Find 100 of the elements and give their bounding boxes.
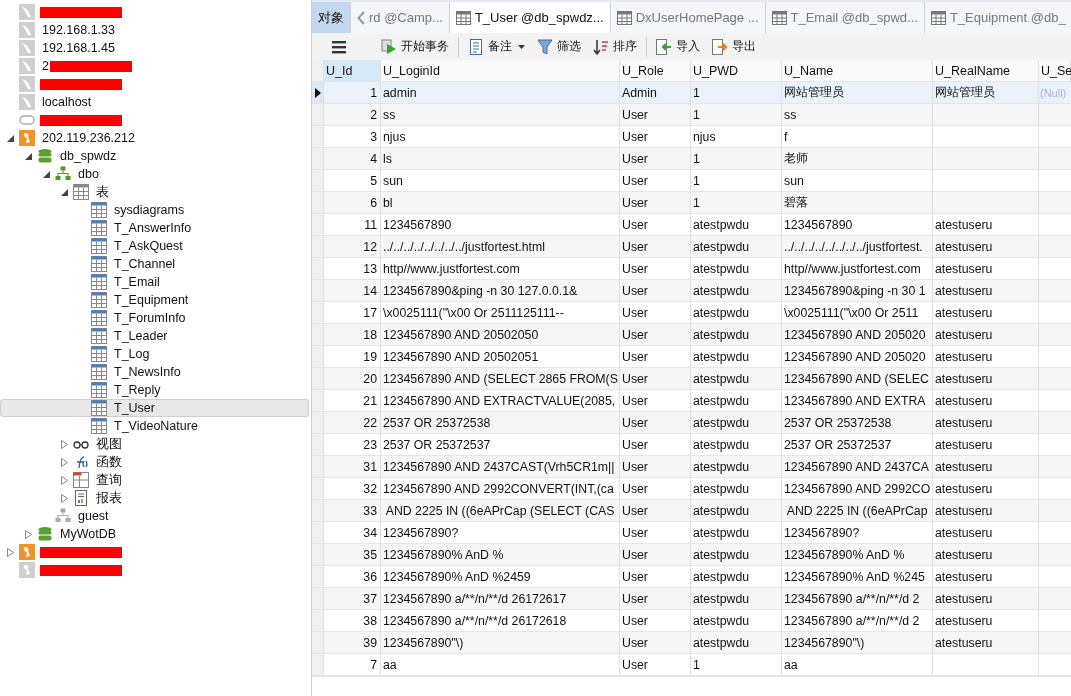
tab[interactable]: 对象 [312, 2, 351, 33]
chevron-left-icon[interactable] [357, 10, 365, 25]
table-cell: 5 [370, 173, 377, 188]
tree-item[interactable]: T_NewsInfo [0, 363, 309, 381]
table-cell: atestpwdu [693, 371, 750, 386]
table-row[interactable]: 1 admin Admin 1 网站管理员 网站管理员 (Null) [312, 82, 1071, 104]
toolbar-button[interactable]: 开始事务 [376, 36, 454, 57]
table-row[interactable]: 13 http//www.justfortest.com User atestpwdu http//www.justfortest.com atestuseru [312, 258, 1071, 280]
tree-item[interactable]: MyWotDB [60, 527, 117, 541]
table-row[interactable]: 7 aa User 1 aa [312, 654, 1071, 676]
collapsed-arrow-icon[interactable] [25, 529, 32, 539]
tree-item[interactable]: 函数 [96, 453, 122, 471]
tree-item[interactable]: 表 [96, 183, 109, 201]
table-cell: \x0025111("\x00 Or 2511125111-- [383, 305, 564, 320]
table-row[interactable]: 34 1234567890? User atestpwdu 1234567890? atestuseru [312, 522, 1071, 544]
table-row[interactable]: 21 1234567890 AND EXTRACTVALUE(2085, User atestpwdu 1234567890 AND EXTRA atestuseru [312, 390, 1071, 412]
table-row[interactable]: 36 1234567890% AnD %2459 User atestpwdu 1234567890% AnD %245 atestuseru [312, 566, 1071, 588]
toolbar-button[interactable]: 排序 [588, 36, 642, 57]
table-row[interactable]: 14 1234567890&ping -n 30 127.0.0.1& User atestpwdu 1234567890&ping -n 30 1 atestuseru [312, 280, 1071, 302]
column-header[interactable]: U_LoginId [381, 60, 620, 82]
tree-item[interactable]: T_Equipment [0, 291, 309, 309]
tree-item[interactable]: sysdiagrams [0, 201, 309, 219]
tree-item[interactable]: T_AnswerInfo [0, 219, 309, 237]
tree-item[interactable]: guest [78, 509, 109, 523]
table-row[interactable]: 12 ../../../../../../../../justfortest.html User atestpwdu ../../../../../../../../justfortest. atestuseru [312, 236, 1071, 258]
tree-item[interactable]: 2 [42, 59, 49, 73]
table-cell: 21 [363, 393, 377, 408]
table-cell: 1234567890 AND 2437CA [784, 459, 929, 474]
column-header[interactable]: U_Name [782, 60, 933, 82]
expanded-arrow-icon[interactable] [43, 170, 50, 178]
toolbar-button[interactable]: 导入 [651, 36, 705, 57]
tree-item[interactable]: 查询 [96, 471, 122, 489]
table-row[interactable]: 32 1234567890 AND 2992CONVERT(INT,(ca User atestpwdu 1234567890 AND 2992CO atestuseru [312, 478, 1071, 500]
row-header[interactable] [312, 82, 324, 104]
table-row[interactable]: 17 \x0025111("\x00 Or 2511125111-- User atestpwdu \x0025111("\x00 Or 2511 atestuseru [312, 302, 1071, 324]
tab[interactable]: T_User @db_spwdz... [449, 2, 611, 33]
table-cell: atestpwdu [693, 525, 750, 540]
toolbar-button[interactable]: 导出 [707, 36, 761, 57]
column-header[interactable]: U_Id [324, 60, 381, 82]
tree-item[interactable]: 192.168.1.33 [42, 23, 115, 37]
tree-item[interactable]: dbo [78, 167, 99, 181]
toolbar-button[interactable]: 备注 [463, 36, 530, 57]
column-header[interactable]: U_Role [620, 60, 691, 82]
table-row[interactable]: 31 1234567890 AND 2437CAST(Vrh5CR1m|| User atestpwdu 1234567890 AND 2437CA atestuseru [312, 456, 1071, 478]
tree-item[interactable]: T_ForumInfo [0, 309, 309, 327]
column-header[interactable]: U_Se [1039, 60, 1071, 82]
table-row[interactable]: 6 bl User 1 碧落 [312, 192, 1071, 214]
expanded-arrow-icon[interactable] [61, 188, 68, 196]
import-icon [656, 38, 672, 55]
collapsed-arrow-icon[interactable] [61, 493, 68, 503]
tree-item[interactable]: db_spwdz [60, 149, 117, 163]
expanded-arrow-icon[interactable] [25, 152, 32, 160]
table-row[interactable]: 11 1234567890 User atestpwdu 1234567890 atestuseru [312, 214, 1071, 236]
table-cell: User [622, 371, 648, 386]
expanded-arrow-icon[interactable] [7, 134, 14, 142]
table-row[interactable]: 3 njus User njus f [312, 126, 1071, 148]
tree-item[interactable]: 202.119.236.212 [42, 131, 135, 145]
report-icon [73, 490, 89, 506]
table-row[interactable]: 39 1234567890"\) User atestpwdu 1234567890"\) atestuseru [312, 632, 1071, 654]
table-row[interactable]: 33 AND 2225 IN ((6eAPrCap (SELECT (CAS User atestpwdu AND 2225 IN ((6eAPrCap atestuseru [312, 500, 1071, 522]
table-row[interactable]: 2 ss User 1 ss [312, 104, 1071, 126]
column-header[interactable]: U_RealName [933, 60, 1039, 82]
tree-item[interactable]: T_User [0, 399, 309, 417]
tree-item[interactable]: T_AskQuest [0, 237, 309, 255]
tree-item[interactable]: 视图 [96, 435, 122, 453]
table-row[interactable]: 20 1234567890 AND (SELECT 2865 FROM(S User atestpwdu 1234567890 AND (SELEC atestuseru [312, 368, 1071, 390]
tab[interactable]: rd @Camp... [351, 2, 450, 33]
tab[interactable]: T_Email @db_spwd... [765, 2, 925, 33]
collapsed-arrow-icon[interactable] [7, 547, 14, 557]
table-cell: User [622, 393, 648, 408]
table-row[interactable]: 35 1234567890% AnD % User atestpwdu 1234567890% AnD % atestuseru [312, 544, 1071, 566]
table-cell: User [622, 591, 648, 606]
tree-item[interactable]: 192.168.1.45 [42, 41, 115, 55]
table-row[interactable]: 38 1234567890 a/**/n/**/d 26172618 User atestpwdu 1234567890 a/**/n/**/d 2 atestuseru [312, 610, 1071, 632]
table-cell: User [622, 217, 648, 232]
table-row[interactable]: 19 1234567890 AND 20502051 User atestpwdu 1234567890 AND 205020 atestuseru [312, 346, 1071, 368]
tab[interactable]: T_Equipment @db_ [924, 2, 1071, 33]
table-row[interactable]: 22 2537 OR 25372538 User atestpwdu 2537 OR 25372538 atestuseru [312, 412, 1071, 434]
tree-item[interactable]: T_VideoNature [0, 417, 309, 435]
tree-item[interactable]: localhost [42, 95, 92, 109]
table-row[interactable]: 5 sun User 1 sun [312, 170, 1071, 192]
collapsed-arrow-icon[interactable] [61, 475, 68, 485]
schema-icon [55, 508, 71, 524]
tree-item[interactable]: T_Log [0, 345, 309, 363]
tree-item[interactable]: 报表 [96, 489, 122, 507]
table-cell: ls [383, 151, 392, 166]
tree-item[interactable]: T_Reply [0, 381, 309, 399]
table-row[interactable]: 4 ls User 1 老师 [312, 148, 1071, 170]
table-row[interactable]: 23 2537 OR 25372537 User atestpwdu 2537 OR 25372537 atestuseru [312, 434, 1071, 456]
toolbar-button[interactable]: 筛选 [532, 36, 586, 57]
tree-item[interactable]: T_Channel [0, 255, 309, 273]
collapsed-arrow-icon[interactable] [61, 439, 68, 449]
table-row[interactable]: 18 1234567890 AND 20502050 User atestpwdu 1234567890 AND 205020 atestuseru [312, 324, 1071, 346]
tree-item[interactable]: T_Leader [0, 327, 309, 345]
collapsed-arrow-icon[interactable] [61, 457, 68, 467]
table-icon [91, 202, 107, 218]
tab[interactable]: DxUserHomePage ... [610, 2, 766, 33]
tree-item[interactable]: T_Email [0, 273, 309, 291]
table-row[interactable]: 37 1234567890 a/**/n/**/d 26172617 User atestpwdu 1234567890 a/**/n/**/d 2 atestuseru [312, 588, 1071, 610]
column-header[interactable]: U_PWD [691, 60, 782, 82]
